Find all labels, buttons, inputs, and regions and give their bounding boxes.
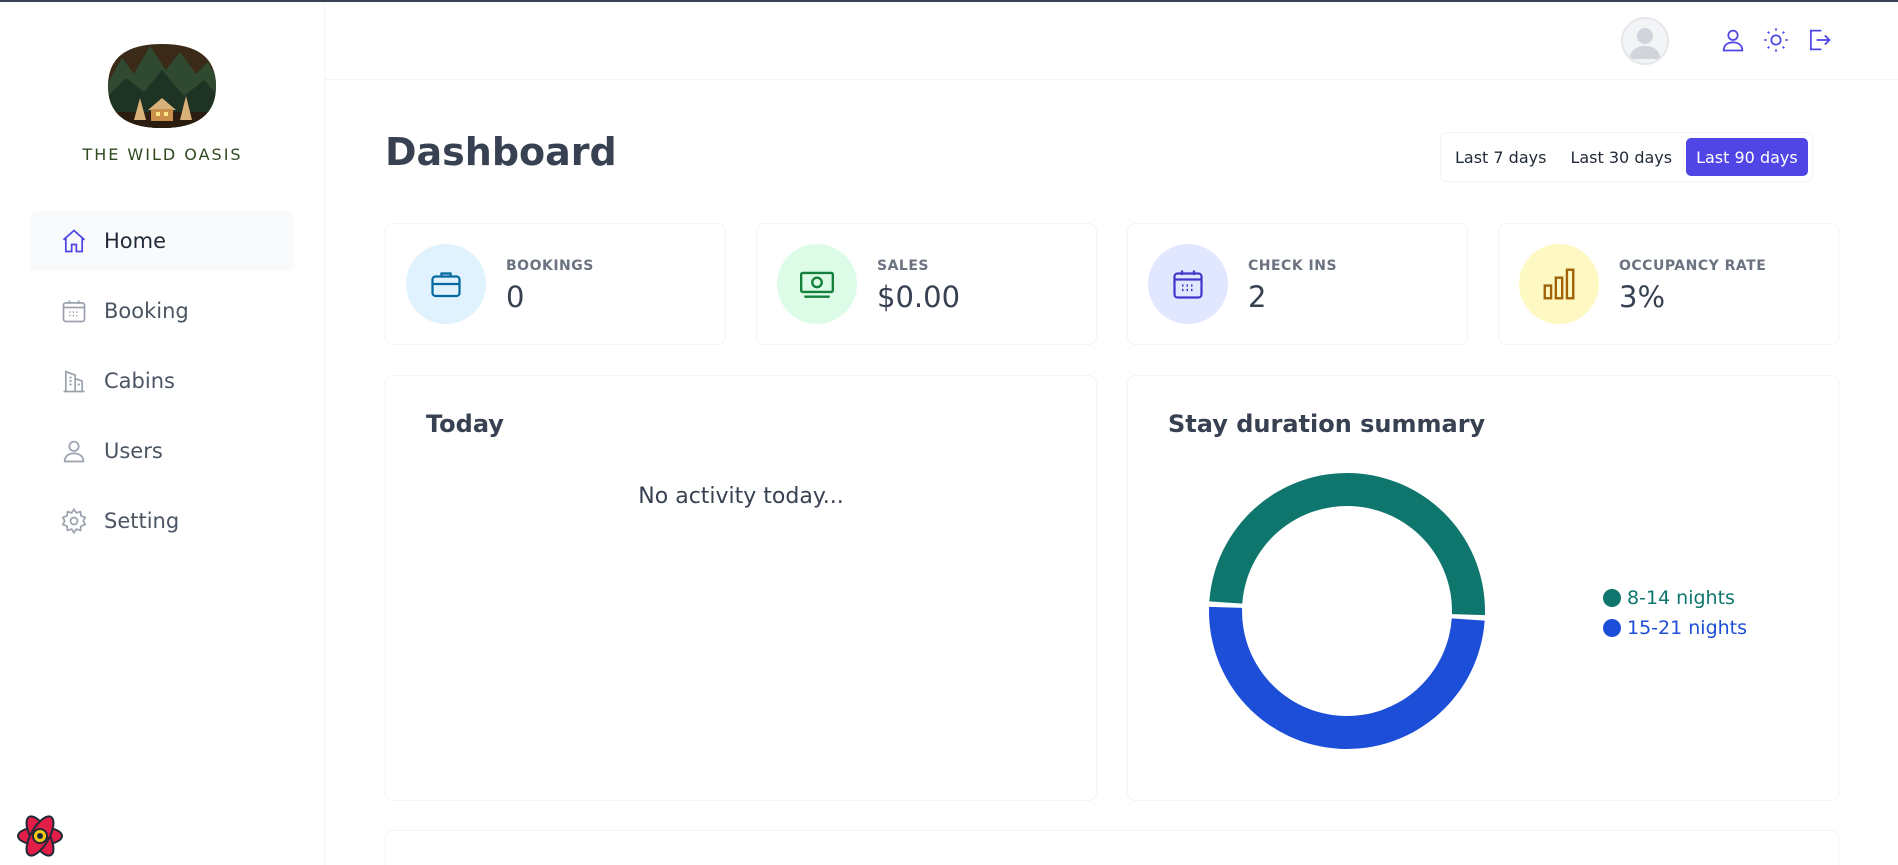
legend-dot: [1603, 619, 1621, 637]
stat-label: CHECK INS: [1248, 258, 1338, 274]
legend-item: 8-14 nights: [1603, 583, 1747, 613]
legend-item: 15-21 nights: [1603, 613, 1747, 643]
account-icon[interactable]: [1719, 26, 1747, 54]
today-panel: Today No activity today...: [385, 375, 1097, 801]
filter-last-30-days[interactable]: Last 30 days: [1560, 138, 1682, 176]
stay-duration-panel: Stay duration summary 8-14 nights 15-21 …: [1127, 375, 1839, 801]
sidebar-item-label: Home: [104, 229, 167, 253]
sidebar-item-label: Users: [104, 439, 163, 463]
sidebar: THE WILD OASIS Home Booking Cabins Users: [0, 2, 325, 865]
sidebar-nav: Home Booking Cabins Users Setting: [30, 211, 294, 561]
stat-value: 3%: [1619, 280, 1666, 314]
sidebar-item-label: Booking: [104, 299, 189, 323]
sidebar-item-cabins[interactable]: Cabins: [30, 351, 294, 411]
donut-slice-15-21-nights[interactable]: [1209, 606, 1485, 750]
page-title: Dashboard: [385, 130, 617, 174]
date-filter: Last 7 days Last 30 days Last 90 days: [1440, 132, 1813, 182]
brand-name: THE WILD OASIS: [82, 145, 243, 164]
user-icon: [60, 437, 88, 465]
briefcase-icon: [406, 244, 486, 324]
stat-value: 2: [1248, 280, 1267, 314]
building-icon: [60, 367, 88, 395]
avatar[interactable]: [1621, 17, 1669, 65]
chart-legend: 8-14 nights 15-21 nights: [1603, 583, 1747, 643]
calendar-icon: [60, 297, 88, 325]
stat-card-check-ins: CHECK INS 2: [1127, 223, 1468, 345]
sidebar-item-label: Cabins: [104, 369, 175, 393]
sidebar-item-label: Setting: [104, 509, 180, 533]
calendar-days-icon: [1148, 244, 1228, 324]
filter-last-7-days[interactable]: Last 7 days: [1445, 138, 1556, 176]
stat-value: $0.00: [877, 280, 961, 314]
legend-label: 15-21 nights: [1627, 617, 1748, 639]
chart-bar-icon: [1519, 244, 1599, 324]
stay-duration-donut-chart: [1209, 473, 1485, 750]
stat-label: BOOKINGS: [506, 258, 594, 274]
sun-icon[interactable]: [1762, 26, 1790, 54]
stat-label: SALES: [877, 258, 929, 274]
duration-title: Stay duration summary: [1168, 410, 1486, 438]
stat-card-occupancy: OCCUPANCY RATE 3%: [1498, 223, 1839, 345]
gear-icon: [60, 507, 88, 535]
stat-card-bookings: BOOKINGS 0: [385, 223, 726, 345]
sidebar-item-home[interactable]: Home: [30, 211, 294, 271]
home-icon: [60, 227, 88, 255]
wild-oasis-logo: [108, 44, 216, 128]
donut-slice-8-14-nights[interactable]: [1209, 473, 1485, 616]
stat-value: 0: [506, 280, 525, 314]
today-title: Today: [426, 410, 504, 438]
stat-card-sales: SALES $0.00: [756, 223, 1097, 345]
legend-dot: [1603, 589, 1621, 607]
no-activity-message: No activity today...: [638, 484, 844, 509]
bottom-panel: [385, 830, 1839, 865]
top-header: [325, 2, 1898, 80]
sidebar-item-booking[interactable]: Booking: [30, 281, 294, 341]
filter-last-90-days[interactable]: Last 90 days: [1686, 138, 1808, 176]
sidebar-item-users[interactable]: Users: [30, 421, 294, 481]
sidebar-item-setting[interactable]: Setting: [30, 491, 294, 551]
logout-icon[interactable]: [1805, 26, 1833, 54]
legend-label: 8-14 nights: [1627, 587, 1735, 609]
stat-label: OCCUPANCY RATE: [1619, 258, 1767, 274]
banknotes-icon: [777, 244, 857, 324]
react-devtools-icon[interactable]: [14, 810, 66, 862]
